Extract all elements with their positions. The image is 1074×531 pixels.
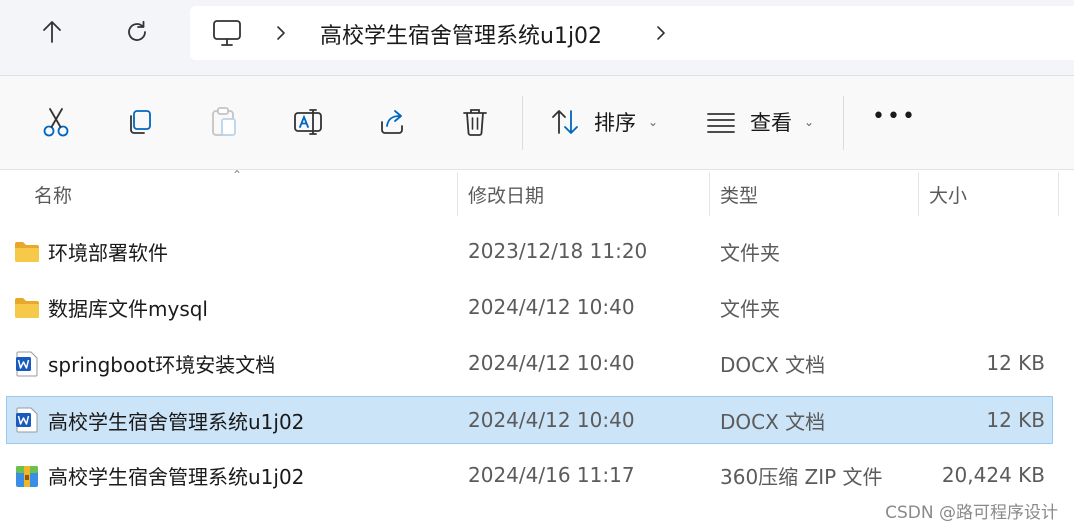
column-header-date[interactable]: 修改日期 — [458, 170, 544, 218]
rename-icon — [294, 109, 322, 135]
file-row[interactable]: 高校学生宿舍管理系统u1j02 2024/4/16 11:17 360压缩 ZI… — [6, 452, 1053, 500]
file-modified-date: 2023/12/18 11:20 — [468, 239, 648, 263]
file-type: 文件夹 — [720, 296, 780, 321]
address-box[interactable]: 高校学生宿舍管理系统u1j02 — [190, 6, 1074, 60]
zip-archive-icon — [16, 466, 38, 487]
file-name: 环境部署软件 — [48, 240, 168, 265]
toolbar-divider — [843, 96, 844, 150]
column-header-name[interactable]: 名称 — [24, 170, 72, 218]
paste-button — [208, 106, 240, 138]
file-type: 文件夹 — [720, 240, 780, 265]
column-divider[interactable] — [1058, 172, 1059, 216]
share-icon — [381, 110, 403, 134]
up-button[interactable] — [32, 12, 72, 52]
computer-icon — [213, 20, 241, 46]
sort-button[interactable]: 排序 ⌄ — [550, 102, 658, 142]
file-modified-date: 2024/4/12 10:40 — [468, 351, 635, 375]
chevron-right-icon[interactable] — [654, 24, 668, 42]
refresh-button[interactable] — [117, 12, 157, 52]
word-doc-icon — [16, 351, 38, 377]
file-name: 高校学生宿舍管理系统u1j02 — [48, 409, 305, 434]
share-button[interactable] — [376, 106, 408, 138]
file-name: 高校学生宿舍管理系统u1j02 — [48, 464, 305, 489]
file-modified-date: 2024/4/12 10:40 — [468, 408, 635, 432]
chevron-down-icon: ⌄ — [648, 115, 659, 129]
watermark: CSDN @路可程序设计 — [885, 503, 1058, 523]
column-header-type[interactable]: 类型 — [710, 170, 758, 218]
file-type: DOCX 文档 — [720, 409, 826, 434]
clipboard-icon — [212, 107, 236, 136]
file-size: 20,424 KB — [941, 463, 1045, 487]
file-type: DOCX 文档 — [720, 352, 826, 377]
command-toolbar: 排序 ⌄ 查看 ⌄ ••• — [0, 75, 1074, 170]
file-row[interactable]: springboot环境安装文档 2024/4/12 10:40 DOCX 文档… — [6, 340, 1053, 388]
column-header-row: ⌃ 名称 修改日期 类型 大小 — [0, 168, 1074, 218]
breadcrumb-current-folder[interactable]: 高校学生宿舍管理系统u1j02 — [320, 18, 602, 50]
arrow-up-icon — [43, 21, 61, 43]
cut-button[interactable] — [40, 106, 72, 138]
scissors-icon — [43, 108, 69, 137]
file-row[interactable]: 环境部署软件 2023/12/18 11:20 文件夹 — [6, 228, 1053, 276]
address-bar-region: 高校学生宿舍管理系统u1j02 — [0, 0, 1074, 75]
sort-arrows-icon — [552, 110, 578, 134]
chevron-down-icon: ⌄ — [804, 115, 815, 129]
copy-button[interactable] — [124, 106, 156, 138]
delete-button[interactable] — [459, 106, 491, 138]
view-list-icon — [707, 113, 735, 133]
trash-icon — [463, 109, 487, 136]
sort-ascending-indicator-icon: ⌃ — [232, 168, 243, 182]
folder-icon — [15, 242, 39, 262]
chevron-right-icon[interactable] — [274, 24, 288, 42]
file-row-selected[interactable]: 高校学生宿舍管理系统u1j02 2024/4/12 10:40 DOCX 文档 … — [6, 396, 1053, 444]
file-type: 360压缩 ZIP 文件 — [720, 464, 883, 489]
file-size: 12 KB — [986, 351, 1045, 375]
file-name: 数据库文件mysql — [48, 296, 208, 321]
copy-icon — [130, 110, 151, 134]
word-doc-icon — [16, 407, 38, 433]
toolbar-divider — [522, 96, 523, 150]
folder-icon — [15, 298, 39, 318]
more-options-button[interactable]: ••• — [872, 104, 917, 129]
refresh-icon — [128, 20, 146, 41]
column-header-size[interactable]: 大小 — [919, 170, 967, 218]
view-label: 查看 — [750, 111, 792, 135]
file-modified-date: 2024/4/16 11:17 — [468, 463, 635, 487]
file-name: springboot环境安装文档 — [48, 352, 276, 377]
file-modified-date: 2024/4/12 10:40 — [468, 295, 635, 319]
view-button[interactable]: 查看 ⌄ — [706, 102, 814, 142]
file-row[interactable]: 数据库文件mysql 2024/4/12 10:40 文件夹 — [6, 284, 1053, 332]
sort-label: 排序 — [594, 111, 636, 135]
file-size: 12 KB — [986, 408, 1045, 432]
rename-button[interactable] — [292, 106, 324, 138]
